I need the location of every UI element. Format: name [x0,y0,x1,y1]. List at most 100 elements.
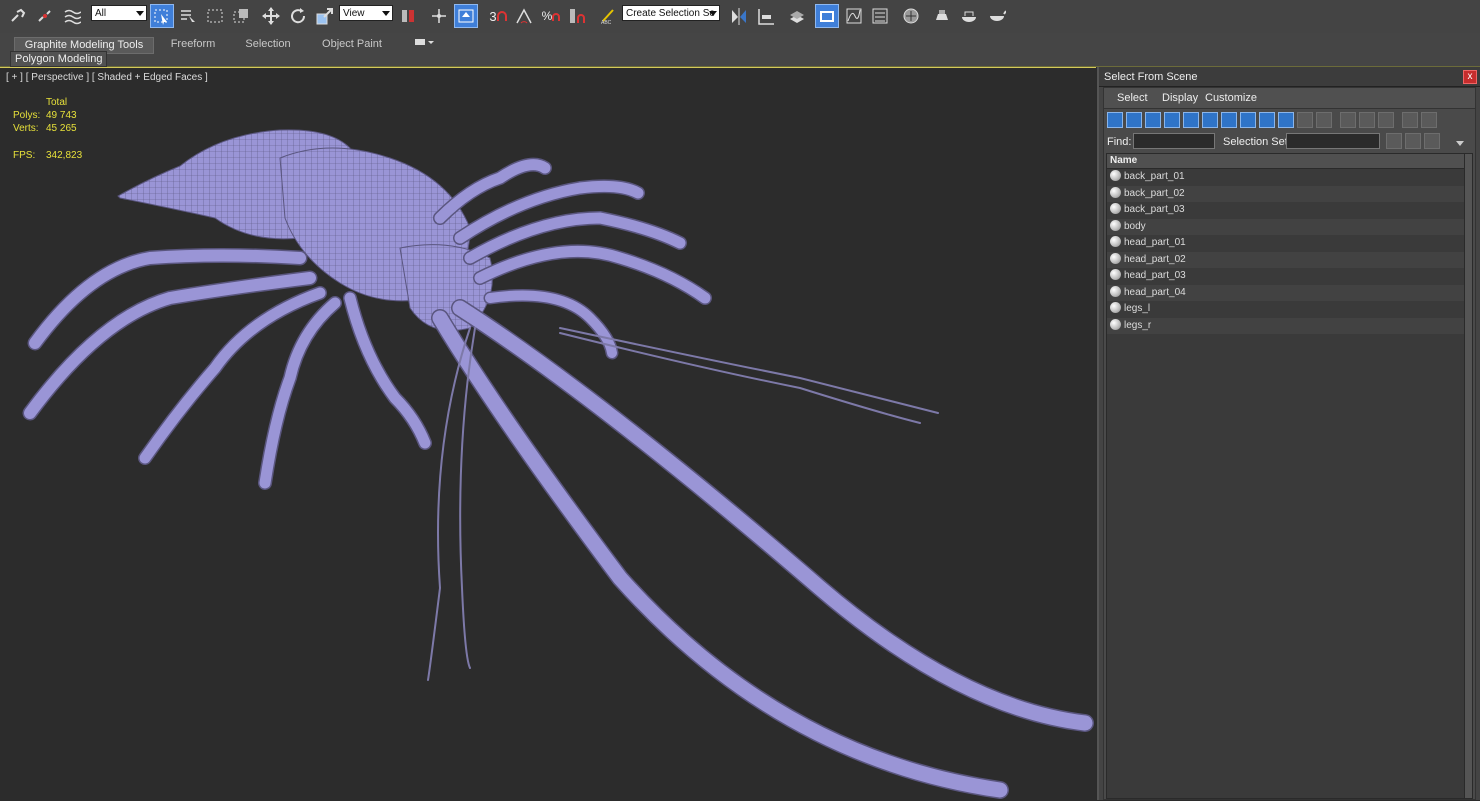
list-item[interactable]: back_part_01 [1107,169,1465,185]
scale-icon[interactable] [313,4,337,28]
scene-explorer-icon[interactable] [815,4,839,28]
percent-snap-icon[interactable]: % [539,4,563,28]
render-setup-icon[interactable] [930,4,954,28]
perspective-viewport[interactable]: [ + ] [ Perspective ] [ Shaded + Edged F… [0,67,1096,801]
column-header-name[interactable]: Name [1107,154,1465,169]
list-item[interactable]: head_part_02 [1107,251,1465,268]
list-item-label: legs_r [1124,319,1152,331]
lobster-3d-model [22,129,1094,799]
cameras-filter-icon[interactable] [1164,112,1180,128]
xrefs-filter-icon[interactable] [1240,112,1256,128]
list-item-label: head_part_04 [1124,286,1186,298]
graphite-ribbon: Graphite Modeling Tools Freeform Selecti… [0,33,1480,67]
collapse-arrow-icon[interactable] [1456,141,1464,146]
find-input[interactable] [1133,133,1215,149]
render-production-icon[interactable] [985,4,1009,28]
list-item-label: head_part_01 [1124,237,1186,248]
bind-space-warp-icon[interactable] [60,4,84,28]
frozen-filter-icon[interactable] [1297,112,1313,128]
align-icon[interactable] [754,4,778,28]
reference-coordinate-value: View [343,8,365,19]
lights-filter-icon[interactable] [1145,112,1161,128]
list-item[interactable]: legs_r [1107,317,1465,334]
tab-object-paint[interactable]: Object Paint [320,37,384,52]
find-label: Find: [1107,136,1132,148]
remove-from-selection-set-icon[interactable] [1424,133,1440,149]
containers-filter-icon[interactable] [1278,112,1294,128]
pivot-point-icon[interactable] [396,4,420,28]
select-all-icon[interactable] [1340,112,1356,128]
select-by-name-icon[interactable] [176,4,200,28]
list-scrollbar[interactable] [1464,154,1472,798]
ribbon-options-icon[interactable] [413,35,435,49]
rendered-frame-window-icon[interactable] [957,4,981,28]
list-item[interactable]: head_part_03 [1107,268,1465,284]
list-item[interactable]: head_part_01 [1107,235,1465,251]
add-to-selection-set-icon[interactable] [1405,133,1421,149]
rectangular-selection-icon[interactable] [203,4,227,28]
shapes-filter-icon[interactable] [1126,112,1142,128]
move-icon[interactable] [259,4,283,28]
menu-customize[interactable]: Customize [1205,92,1257,104]
ribbon-panel-polygon-modeling[interactable]: Polygon Modeling [10,51,108,67]
selection-filter-value: All [95,8,107,19]
keyboard-shortcut-override-icon[interactable] [454,4,478,28]
spinner-snap-icon[interactable] [565,4,589,28]
list-item[interactable]: legs_l [1107,301,1465,317]
filter-options-icon[interactable] [1421,112,1437,128]
schematic-view-icon[interactable] [868,4,892,28]
svg-text:ABC: ABC [601,20,612,25]
material-editor-icon[interactable] [899,4,923,28]
menu-select[interactable]: Select [1117,92,1148,104]
select-object-icon[interactable] [150,4,174,28]
layer-manager-icon[interactable] [785,4,809,28]
bones-filter-icon[interactable] [1259,112,1275,128]
percent-snap-label: % [541,9,553,23]
column-header-label: Name [1110,155,1138,166]
filter-icon[interactable] [1402,112,1418,128]
window-crossing-icon[interactable] [229,4,253,28]
close-button[interactable]: x [1463,70,1477,84]
dialog-toolbar [1104,109,1475,131]
edit-named-selection-icon[interactable]: ABC [596,4,620,28]
helpers-filter-icon[interactable] [1183,112,1199,128]
list-item-label: legs_l [1124,303,1151,314]
geometry-object-icon [1110,203,1121,214]
named-selection-set-value: Create Selection Se [626,8,715,19]
dialog-title-bar[interactable]: Select From Scene x [1099,67,1480,87]
curve-editor-icon[interactable] [842,4,866,28]
select-none-icon[interactable] [1359,112,1375,128]
unlink-icon[interactable] [33,4,57,28]
select-from-scene-dialog: Select From Scene x Select Display Custo… [1097,67,1480,800]
geometry-object-icon [1110,252,1121,264]
selection-filter-dropdown[interactable]: All [91,5,147,21]
list-item[interactable]: body [1107,218,1465,235]
list-item[interactable]: back_part_02 [1107,185,1465,202]
tab-freeform[interactable]: Freeform [168,37,218,52]
geometry-object-icon [1110,285,1121,297]
link-icon[interactable] [6,4,30,28]
create-selection-set-icon[interactable] [1386,133,1402,149]
space-warps-filter-icon[interactable] [1202,112,1218,128]
select-invert-icon[interactable] [1378,112,1394,128]
mirror-icon[interactable] [727,4,751,28]
named-selection-set-dropdown[interactable]: Create Selection Se [622,5,720,21]
hidden-filter-icon[interactable] [1316,112,1332,128]
angle-snap-icon[interactable] [512,4,536,28]
select-and-manipulate-icon[interactable] [427,4,451,28]
groups-filter-icon[interactable] [1221,112,1237,128]
list-item[interactable]: back_part_03 [1107,202,1465,218]
rotate-icon[interactable] [286,4,310,28]
reference-coordinate-dropdown[interactable]: View [339,5,393,21]
dialog-menu-bar: Select Display Customize [1104,88,1475,109]
main-toolbar: All View 3 % ABC Create Selection Se [0,0,1480,34]
list-item[interactable]: head_part_04 [1107,284,1465,301]
geometry-object-icon [1110,318,1121,330]
selection-set-label: Selection Set: [1223,136,1291,148]
snaps-toggle-icon[interactable]: 3 [486,4,510,28]
menu-display[interactable]: Display [1162,92,1198,104]
selection-set-dropdown[interactable] [1286,133,1380,149]
dialog-body: Select Display Customize Find: Selection… [1103,87,1476,800]
tab-selection[interactable]: Selection [243,37,293,52]
geometry-filter-icon[interactable] [1107,112,1123,128]
